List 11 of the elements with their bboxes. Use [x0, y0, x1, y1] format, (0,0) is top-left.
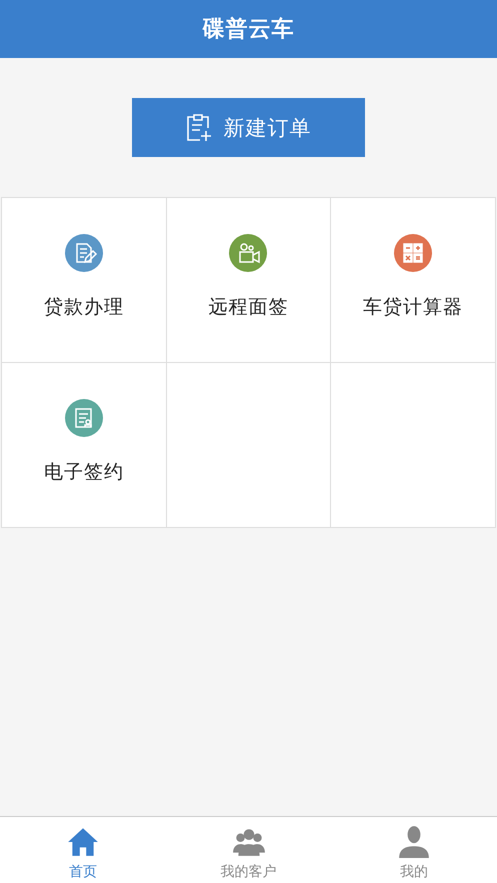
- feature-tile[interactable]: 贷款办理: [2, 198, 167, 363]
- profile-icon: [397, 825, 432, 859]
- new-order-button[interactable]: 新建订单: [132, 98, 365, 157]
- clipboard-plus-icon: [186, 114, 212, 142]
- feature-tile[interactable]: 车贷计算器: [331, 198, 496, 363]
- tab[interactable]: 我的客户: [216, 817, 280, 881]
- tab[interactable]: 首页: [62, 817, 104, 881]
- feature-tile[interactable]: 电子签约: [2, 363, 167, 528]
- app-title: 碟普云车: [202, 16, 294, 44]
- feature-tile[interactable]: 远程面签: [166, 198, 332, 363]
- tab[interactable]: 我的: [393, 817, 436, 881]
